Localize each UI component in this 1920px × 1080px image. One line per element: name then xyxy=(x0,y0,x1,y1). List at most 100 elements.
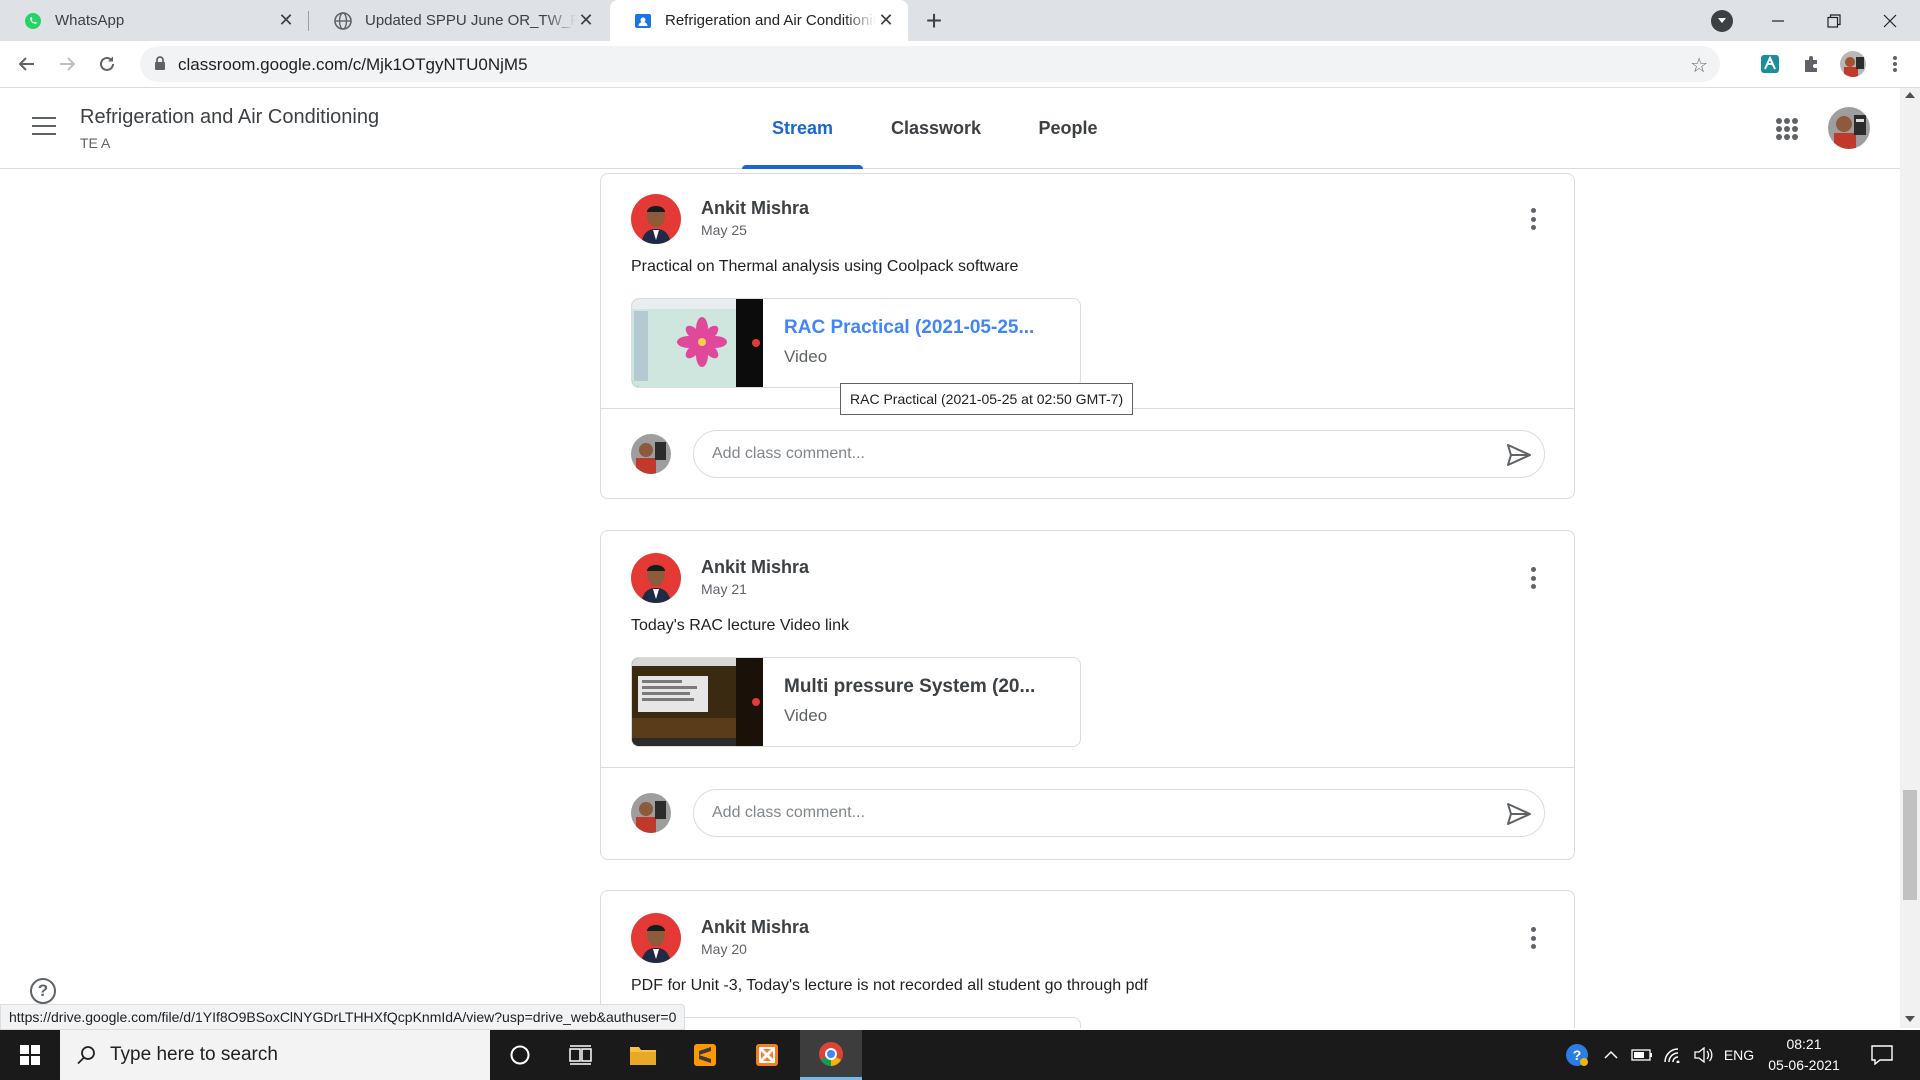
attachment-type: Video xyxy=(784,706,828,725)
more-options-icon[interactable] xyxy=(1530,567,1536,589)
scroll-down-icon[interactable] xyxy=(1905,1016,1915,1022)
scroll-thumb[interactable] xyxy=(1903,790,1917,900)
stream-post: Ankit Mishra May 25 Practical on Thermal… xyxy=(600,173,1575,499)
class-comment-input[interactable]: Add class comment... xyxy=(693,430,1545,478)
tab-title: Updated SPPU June OR_TW_PR exam xyxy=(365,12,576,29)
globe-icon xyxy=(333,11,353,31)
scroll-up-icon[interactable] xyxy=(1905,92,1915,98)
puzzle-icon[interactable] xyxy=(1799,51,1825,77)
comment-row: Add class comment... xyxy=(601,408,1574,498)
status-bar-url: https://drive.google.com/file/d/1YIf8O9B… xyxy=(0,1004,686,1030)
language-indicator[interactable]: ENG xyxy=(1718,1030,1760,1080)
post-date: May 25 xyxy=(701,222,747,238)
tab-label: Stream xyxy=(771,118,834,138)
author-name: Ankit Mishra xyxy=(701,557,810,577)
clock-date: 05-06-2021 xyxy=(1768,1057,1840,1073)
help-tray-icon[interactable]: ? xyxy=(1560,1030,1594,1080)
comment-placeholder: Add class comment... xyxy=(712,804,865,821)
browser-toolbar: classroom.google.com/c/Mjk1OTgyNTU0NjM5 … xyxy=(0,41,1920,88)
stream-post: Ankit Mishra May 20 PDF for Unit -3, Tod… xyxy=(600,890,1575,1028)
tab-classwork[interactable]: Classwork xyxy=(873,88,999,169)
page-scrollbar[interactable] xyxy=(1900,88,1920,1028)
help-icon[interactable]: ? xyxy=(30,978,56,1004)
send-icon[interactable] xyxy=(1506,802,1532,826)
url-text: classroom.google.com/c/Mjk1OTgyNTU0NjM5 xyxy=(178,55,528,74)
user-avatar xyxy=(631,434,671,474)
close-icon[interactable]: ✕ xyxy=(876,10,896,31)
chrome-taskbar-icon[interactable] xyxy=(800,1030,862,1080)
sublime-text-icon[interactable] xyxy=(674,1030,736,1080)
class-title[interactable]: Refrigeration and Air Conditioning xyxy=(80,106,379,129)
attachment-type: Video xyxy=(784,347,828,366)
tab-people[interactable]: People xyxy=(1010,88,1126,169)
more-options-icon[interactable] xyxy=(1530,208,1536,230)
video-attachment[interactable]: RAC Practical (2021-05-25... Video xyxy=(631,298,1081,388)
attachment-title[interactable]: RAC Practical (2021-05-25... xyxy=(784,317,1034,339)
author-name: Ankit Mishra xyxy=(701,198,810,218)
attachment-tooltip: RAC Practical (2021-05-25 at 02:50 GMT-7… xyxy=(840,383,1134,415)
menu-icon[interactable] xyxy=(32,117,56,135)
class-comment-input[interactable]: Add class comment... xyxy=(693,789,1545,837)
attachment-title[interactable]: Multi pressure System (20... xyxy=(784,676,1035,698)
close-icon[interactable]: ✕ xyxy=(576,10,596,31)
volume-icon[interactable] xyxy=(1689,1030,1717,1080)
back-icon[interactable] xyxy=(13,50,41,78)
comment-row: Add class comment... xyxy=(601,767,1574,857)
task-view-icon[interactable] xyxy=(550,1030,612,1080)
author-name: Ankit Mishra xyxy=(701,917,810,937)
lock-icon xyxy=(154,56,166,76)
tab-label: Classwork xyxy=(890,118,982,138)
chevron-up-icon[interactable] xyxy=(1597,1030,1625,1080)
forward-icon[interactable] xyxy=(53,50,81,78)
user-avatar xyxy=(631,793,671,833)
taskbar-search[interactable]: Type here to search xyxy=(60,1030,490,1080)
tab-classroom[interactable]: Refrigeration and Air Conditioning ✕ xyxy=(610,0,908,41)
xampp-icon[interactable] xyxy=(736,1030,798,1080)
active-tab-indicator xyxy=(742,165,863,169)
clock-time: 08:21 xyxy=(1786,1036,1822,1052)
tab-title: WhatsApp xyxy=(55,12,125,29)
windows-taskbar: Type here to search ? ENG 08:21 05-06-20… xyxy=(0,1030,1920,1080)
restore-icon[interactable] xyxy=(1806,0,1862,41)
battery-icon[interactable] xyxy=(1628,1030,1656,1080)
more-options-icon[interactable] xyxy=(1530,927,1536,949)
account-avatar[interactable] xyxy=(1828,107,1870,149)
search-placeholder: Type here to search xyxy=(110,1044,278,1065)
author-avatar xyxy=(631,553,681,603)
author-avatar xyxy=(631,913,681,963)
video-thumbnail xyxy=(632,658,763,746)
post-text: PDF for Unit -3, Today's lecture is not … xyxy=(631,977,1148,994)
window-close-icon[interactable] xyxy=(1862,0,1918,41)
bookmark-star-icon[interactable]: ☆ xyxy=(1690,53,1708,78)
video-thumbnail xyxy=(632,299,763,387)
minimize-icon[interactable] xyxy=(1750,0,1806,41)
extension-icon[interactable] xyxy=(1757,51,1783,77)
wifi-icon[interactable] xyxy=(1659,1030,1687,1080)
file-explorer-icon[interactable] xyxy=(612,1030,674,1080)
reload-icon[interactable] xyxy=(93,50,121,78)
classroom-header: Refrigeration and Air Conditioning TE A … xyxy=(0,88,1920,169)
more-menu-icon[interactable] xyxy=(1882,51,1908,77)
stream-feed: Ankit Mishra May 25 Practical on Thermal… xyxy=(0,170,1900,1028)
svg-text:?: ? xyxy=(1573,1047,1582,1063)
close-icon[interactable]: ✕ xyxy=(276,10,296,31)
post-text: Today's RAC lecture Video link xyxy=(631,617,849,634)
profile-avatar[interactable] xyxy=(1840,51,1866,77)
attachment-preview[interactable] xyxy=(631,1017,1081,1028)
browser-tab-strip: WhatsApp ✕ Updated SPPU June OR_TW_PR ex… xyxy=(0,0,1920,41)
tab-sppu[interactable]: Updated SPPU June OR_TW_PR exam ✕ xyxy=(310,0,608,41)
new-tab-button[interactable]: + xyxy=(920,5,948,36)
windows-start-icon[interactable] xyxy=(0,1030,60,1080)
google-apps-icon[interactable] xyxy=(1776,118,1798,140)
notifications-icon[interactable] xyxy=(1862,1030,1902,1080)
cortana-icon[interactable] xyxy=(489,1030,551,1080)
tab-search-icon[interactable] xyxy=(1711,10,1733,32)
tab-whatsapp[interactable]: WhatsApp ✕ xyxy=(0,0,308,41)
tab-stream[interactable]: Stream xyxy=(742,88,863,169)
video-attachment[interactable]: Multi pressure System (20... Video xyxy=(631,657,1081,747)
send-icon[interactable] xyxy=(1506,443,1532,467)
tab-title: Refrigeration and Air Conditioning xyxy=(665,12,876,29)
address-bar[interactable]: classroom.google.com/c/Mjk1OTgyNTU0NjM5 … xyxy=(140,46,1720,82)
system-clock[interactable]: 08:21 05-06-2021 xyxy=(1760,1034,1848,1076)
classroom-icon xyxy=(633,11,653,31)
